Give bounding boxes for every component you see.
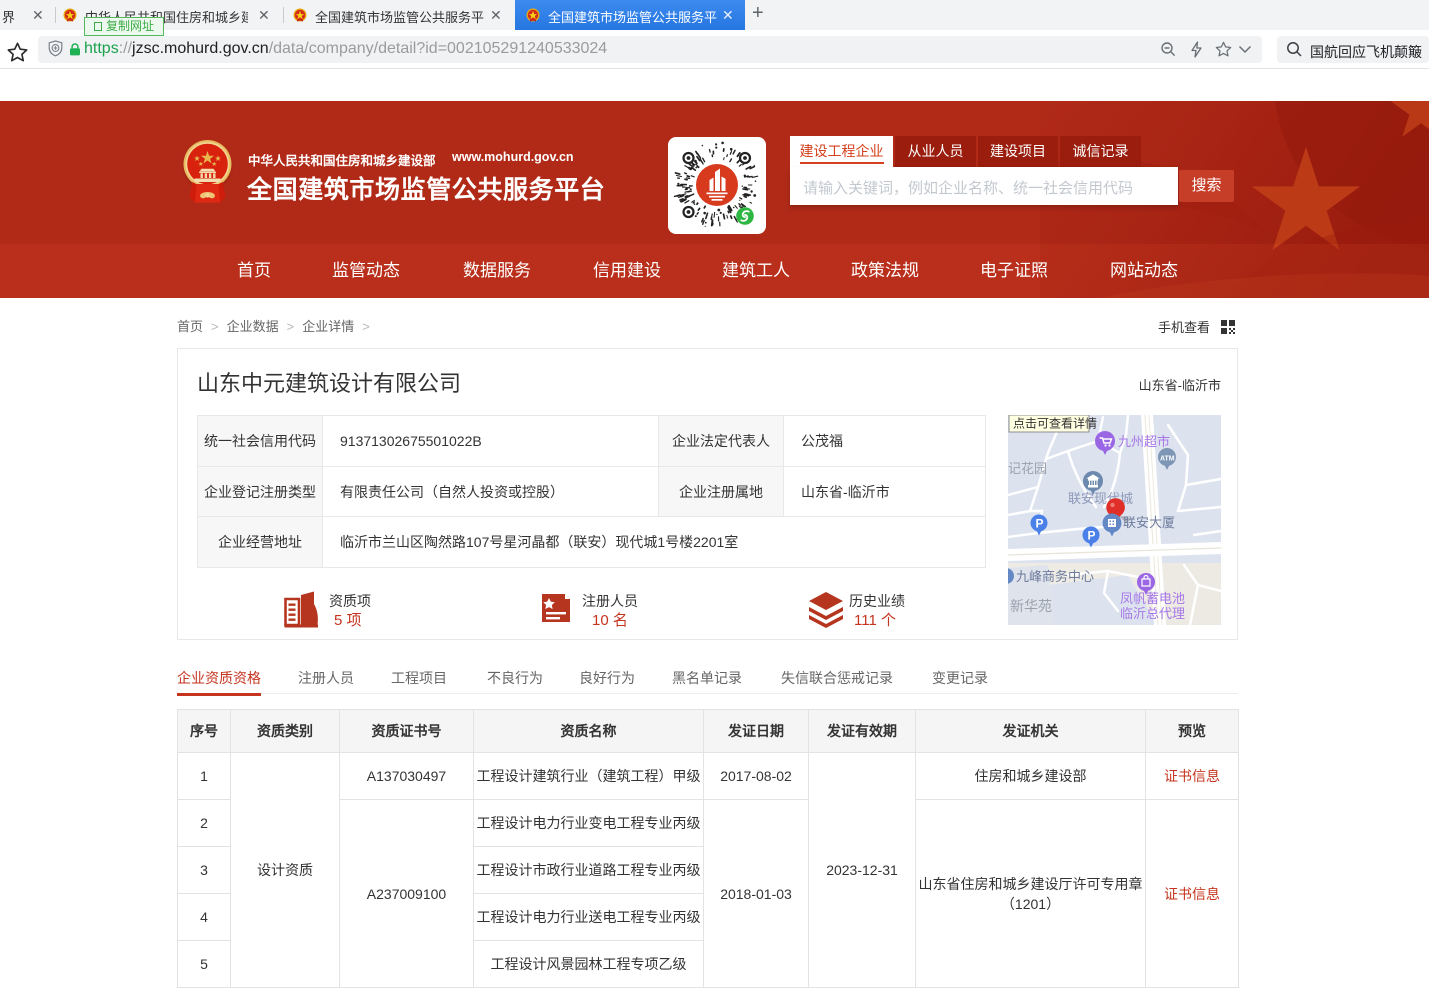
svg-text:P: P (1088, 529, 1096, 543)
svg-text:九峰商务中心: 九峰商务中心 (1016, 569, 1094, 584)
svg-text:点击可查看详情: 点击可查看详情 (1013, 416, 1097, 431)
svg-text:记花园: 记花园 (1008, 461, 1047, 476)
svg-text:凤帆蓄电池: 凤帆蓄电池 (1120, 591, 1185, 606)
svg-text:临沂总代理: 临沂总代理 (1120, 606, 1185, 621)
svg-text:P: P (1036, 517, 1044, 531)
svg-text:联安大厦: 联安大厦 (1123, 515, 1175, 530)
svg-text:ATM: ATM (1160, 456, 1175, 463)
svg-text:九州超市: 九州超市 (1118, 434, 1170, 449)
svg-text:新华苑: 新华苑 (1010, 598, 1052, 614)
